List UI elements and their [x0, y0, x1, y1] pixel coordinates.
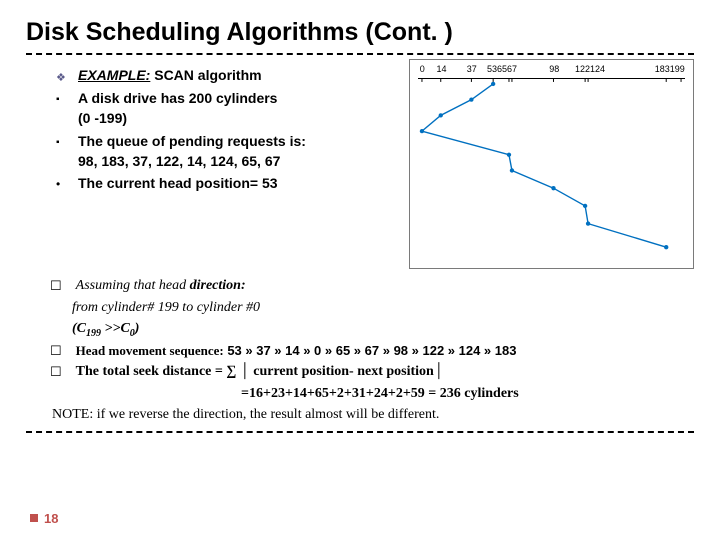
content-row: EXAMPLE: SCAN algorithm A disk drive has… [26, 65, 694, 269]
b2-text: The queue of pending requests is: [78, 133, 306, 149]
divider-top [26, 53, 694, 55]
divider-bottom [26, 431, 694, 433]
note-line: NOTE: if we reverse the direction, the r… [26, 404, 694, 425]
calc-line: =16+23+14+65+2+31+24+2+59 = 236 cylinder… [26, 383, 694, 404]
seq-label: Head movement sequence: [76, 343, 224, 358]
square-icon [56, 131, 68, 172]
page-title: Disk Scheduling Algorithms (Cont. ) [26, 18, 694, 51]
b2-queue: 98, 183, 37, 122, 14, 124, 65, 67 [78, 153, 280, 169]
algorithm-name: SCAN algorithm [154, 67, 261, 83]
bullet-1: A disk drive has 200 cylinders (0 -199) [56, 88, 399, 129]
sequence-line: Head movement sequence: 53 » 37 » 14 » 0… [26, 341, 694, 361]
seq-value: 53 » 37 » 14 » 0 » 65 » 67 » 98 » 122 » … [227, 343, 516, 358]
note-label: NOTE: [52, 407, 93, 422]
example-line: EXAMPLE: SCAN algorithm [56, 65, 399, 86]
diamond-icon [56, 65, 68, 86]
bullet-2: The queue of pending requests is: 98, 18… [56, 131, 399, 172]
square-icon [56, 88, 68, 129]
scan-chart: 0 14 37 536567 98 122124 183199 [409, 59, 694, 269]
assume-a: Assuming that head [76, 278, 186, 293]
total-line: The total seek distance = ∑ │ current po… [26, 361, 694, 382]
chart-axis-labels: 0 14 37 536567 98 122124 183199 [414, 64, 689, 78]
scan-path [418, 78, 685, 260]
page-number: 18 [30, 511, 58, 526]
lower-section: Assuming that head direction: from cylin… [26, 275, 694, 425]
assume-b: direction: [190, 278, 246, 293]
note-text: if we reverse the direction, the result … [97, 407, 440, 422]
b1-text: A disk drive has 200 cylinders [78, 90, 277, 106]
example-label: EXAMPLE: [78, 67, 150, 83]
dot-icon [56, 173, 68, 193]
assume-line: Assuming that head direction: [26, 275, 694, 296]
bullet-column: EXAMPLE: SCAN algorithm A disk drive has… [26, 65, 399, 196]
checkbox-icon [26, 275, 68, 296]
checkbox-icon [26, 361, 68, 382]
total-label: The total seek distance = ∑ │ current po… [76, 364, 444, 379]
c-line: (C199 >>C0) [26, 318, 694, 341]
assume-line2: from cylinder# 199 to cylinder #0 [26, 297, 694, 318]
checkbox-icon [26, 341, 68, 361]
bullet-3: The current head position= 53 [56, 173, 399, 193]
b1-range: (0 -199) [78, 110, 127, 126]
b3-text: The current head position= 53 [78, 175, 278, 191]
